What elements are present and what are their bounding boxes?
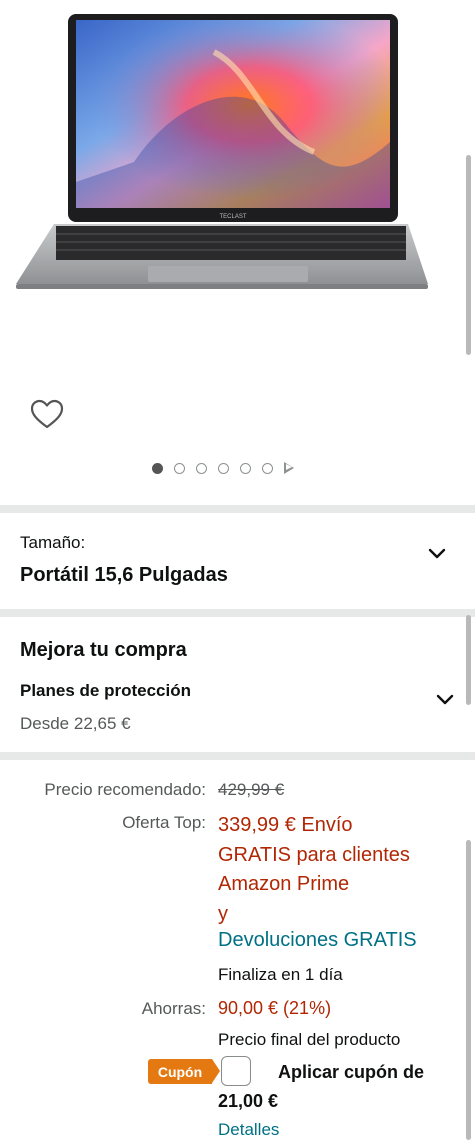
- image-carousel-dots[interactable]: [152, 462, 294, 474]
- recommended-price-value: 429,99 €: [218, 780, 285, 799]
- carousel-dot-4[interactable]: [218, 462, 229, 474]
- video-play-icon[interactable]: [284, 462, 294, 474]
- size-selector[interactable]: Tamaño: Portátil 15,6 Pulgadas: [0, 513, 475, 609]
- offer-label: Oferta Top:: [122, 813, 206, 832]
- upgrade-title: Mejora tu compra: [20, 639, 187, 661]
- chevron-down-icon[interactable]: [428, 548, 446, 560]
- scrollbar-thumb[interactable]: [466, 840, 471, 1140]
- carousel-dot-2[interactable]: [174, 462, 185, 474]
- protection-plans-label: Planes de protección: [20, 681, 191, 700]
- offer-prime-line: Amazon Prime: [218, 873, 350, 895]
- scrollbar-thumb[interactable]: [466, 155, 471, 355]
- section-divider: [0, 505, 475, 513]
- chevron-down-icon[interactable]: [436, 694, 454, 706]
- size-label: Tamaño:: [20, 533, 86, 552]
- apply-coupon-label[interactable]: Aplicar cupón de: [278, 1062, 424, 1083]
- carousel-dot-3[interactable]: [196, 462, 207, 474]
- savings-value: 90,00 € (21%): [218, 998, 332, 1018]
- section-divider: [0, 752, 475, 760]
- carousel-dot-6[interactable]: [262, 462, 273, 474]
- offer-price-line: 339,99 € Envío: [218, 814, 353, 836]
- section-divider: [0, 609, 475, 617]
- coupon-amount: 21,00 €: [218, 1091, 279, 1111]
- coupon-details-link[interactable]: Detalles: [218, 1120, 279, 1140]
- offer-and-line: y: [218, 902, 228, 925]
- final-price-note: Precio final del producto: [218, 1030, 401, 1049]
- product-image-gallery[interactable]: TECLAST: [0, 0, 475, 505]
- offer-shipping-line: GRATIS para clientes: [218, 843, 410, 866]
- heart-icon[interactable]: [30, 398, 64, 432]
- recommended-price-label: Precio recomendado:: [44, 780, 206, 799]
- carousel-dot-1[interactable]: [152, 462, 163, 474]
- scrollbar-thumb[interactable]: [466, 615, 471, 705]
- coupon-badge: Cupón: [148, 1059, 212, 1084]
- product-image-laptop[interactable]: TECLAST: [14, 12, 430, 296]
- savings-label: Ahorras:: [141, 999, 206, 1018]
- coupon-badge-tip: [212, 1059, 220, 1083]
- protection-plans-selector[interactable]: Planes de protección Desde 22,65 €: [0, 677, 475, 743]
- size-value: Portátil 15,6 Pulgadas: [20, 564, 228, 586]
- offer-price-text: 339,99 € Envío GRATIS para clientes Amaz…: [218, 811, 410, 929]
- offer-ends-text: Finaliza en 1 día: [218, 965, 343, 984]
- free-returns-link[interactable]: Devoluciones GRATIS: [218, 929, 417, 952]
- protection-plans-price: Desde 22,65 €: [20, 714, 131, 733]
- apply-coupon-checkbox[interactable]: [221, 1056, 251, 1086]
- brand-logo-text: TECLAST: [219, 214, 246, 220]
- upgrade-section: Mejora tu compra Planes de protección De…: [0, 617, 475, 752]
- carousel-dot-5[interactable]: [240, 462, 251, 474]
